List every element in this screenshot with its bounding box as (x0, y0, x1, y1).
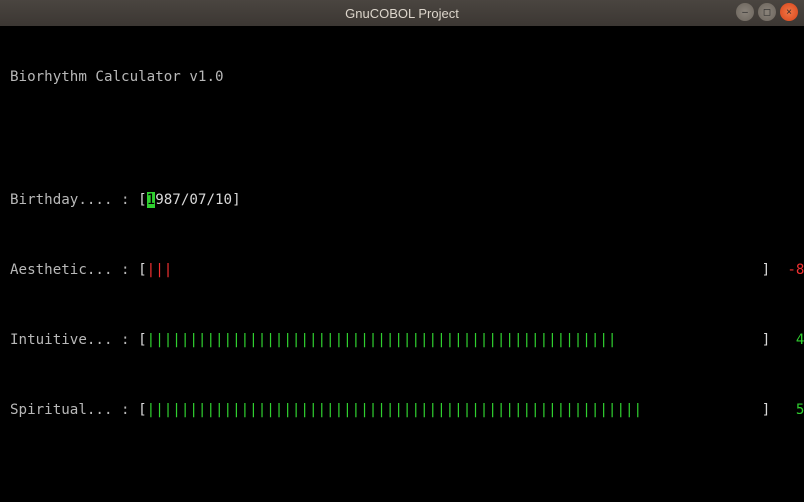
bracket-open: [ (138, 192, 147, 208)
intuitive-label: Intuitive... : (10, 332, 138, 348)
app-window: GnuCOBOL Project – ◻ × Biorhythm Calcula… (0, 0, 804, 502)
blank-line (10, 122, 794, 140)
birthday-label: Birthday.... : (10, 192, 138, 208)
window-controls: – ◻ × (736, 3, 798, 21)
aesthetic-pct: -89% (787, 262, 804, 278)
aesthetic-label: Aesthetic... : (10, 262, 138, 278)
minimize-button[interactable]: – (736, 3, 754, 21)
spiritual-label: Spiritual... : (10, 402, 138, 418)
window-title: GnuCOBOL Project (345, 6, 459, 21)
close-button[interactable]: × (780, 3, 798, 21)
birthday-input[interactable]: 1987/07/10 (147, 192, 232, 208)
blank-line-2 (10, 472, 794, 490)
titlebar[interactable]: GnuCOBOL Project – ◻ × (0, 0, 804, 26)
intuitive-pct: 48% (796, 332, 804, 348)
intuitive-bar: ||||||||||||||||||||||||||||||||||||||||… (147, 332, 762, 350)
aesthetic-bar: ||| (147, 262, 762, 280)
spiritual-bar: ||||||||||||||||||||||||||||||||||||||||… (147, 402, 762, 420)
bracket-close: ] (232, 192, 241, 208)
spiritual-pct: 51% (796, 402, 804, 418)
app-title: Biorhythm Calculator v1.0 (10, 69, 794, 87)
spiritual-bar-line: Spiritual... : [||||||||||||||||||||||||… (10, 402, 794, 420)
intuitive-bar-line: Intuitive... : [||||||||||||||||||||||||… (10, 332, 794, 350)
aesthetic-bar-line: Aesthetic... : [||| ] -89% (10, 262, 794, 280)
maximize-button[interactable]: ◻ (758, 3, 776, 21)
terminal-area[interactable]: Biorhythm Calculator v1.0 Birthday.... :… (0, 26, 804, 502)
text-cursor: 1 (147, 192, 156, 208)
birthday-input-line: Birthday.... : [1987/07/10] (10, 192, 794, 210)
